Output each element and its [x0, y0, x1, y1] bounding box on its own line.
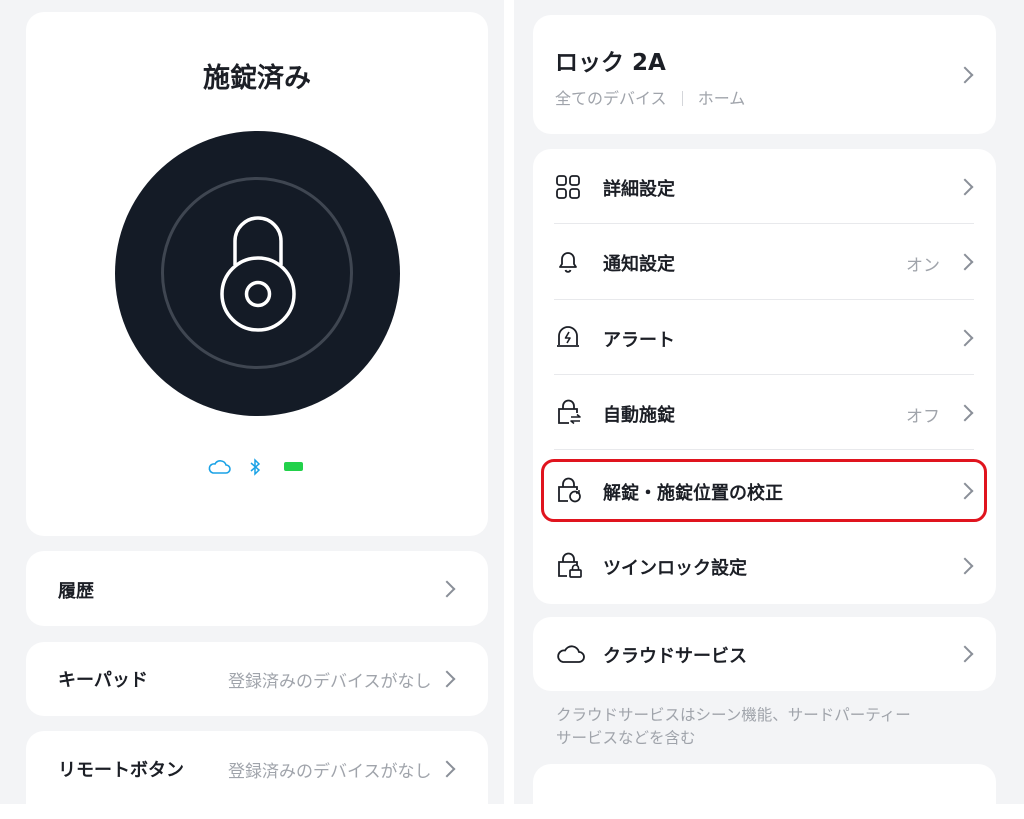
- device-name: ロック 2A: [555, 50, 666, 76]
- chevron-right-icon: [956, 404, 974, 422]
- chevron-right-icon: [438, 760, 456, 778]
- settings-item-twin-lock[interactable]: ツインロック設定: [533, 528, 996, 602]
- device-header-card[interactable]: ロック 2A 全てのデバイス ホーム: [533, 15, 996, 134]
- notifications-value: オン: [906, 256, 940, 276]
- breadcrumb: 全てのデバイス ホーム: [555, 85, 745, 109]
- history-row[interactable]: 履歴: [26, 551, 488, 626]
- chevron-right-icon: [438, 670, 456, 688]
- cloud-icon: [208, 460, 231, 474]
- cloud-services-label: クラウドサービス: [603, 646, 747, 667]
- padlock-icon: [220, 216, 296, 332]
- cloud-icon: [557, 645, 585, 663]
- settings-item-label: 自動施錠: [603, 405, 675, 426]
- chevron-right-icon: [956, 253, 974, 271]
- settings-item-label: 通知設定: [603, 254, 675, 275]
- chevron-right-icon: [956, 645, 974, 663]
- lock-status-card: 施錠済み: [26, 12, 488, 536]
- next-card-partial: [533, 764, 996, 804]
- settings-item-advanced[interactable]: 詳細設定: [533, 149, 996, 223]
- remote-button-value: 登録済みのデバイスがなし: [228, 762, 432, 782]
- auto-lock-value: オフ: [906, 407, 940, 427]
- history-label: 履歴: [58, 581, 94, 602]
- settings-item-label: ツインロック設定: [603, 558, 747, 579]
- chevron-right-icon: [956, 178, 974, 196]
- keypad-row[interactable]: キーパッド 登録済みのデバイスがなし: [26, 642, 488, 716]
- settings-item-label: アラート: [603, 330, 675, 351]
- keypad-value: 登録済みのデバイスがなし: [228, 672, 432, 692]
- chevron-right-icon: [956, 329, 974, 347]
- cloud-services-row[interactable]: クラウドサービス: [533, 617, 996, 691]
- highlight-box: [541, 459, 987, 522]
- breadcrumb-divider: [681, 91, 683, 106]
- cloud-description-line: クラウドサービスはシーン機能、サードパーティー: [556, 706, 911, 724]
- chevron-right-icon: [438, 580, 456, 598]
- cloud-services-description: クラウドサービスはシーン機能、サードパーティー サービスなどを含む: [556, 704, 911, 750]
- breadcrumb-item-home[interactable]: ホーム: [698, 89, 746, 108]
- settings-item-alert[interactable]: アラート: [533, 300, 996, 374]
- twin-lock-icon: [558, 552, 582, 578]
- chevron-right-icon: [956, 557, 974, 575]
- remote-button-row[interactable]: リモートボタン 登録済みのデバイスがなし: [26, 731, 488, 804]
- chevron-right-icon: [956, 66, 974, 84]
- cloud-description-line: サービスなどを含む: [556, 729, 696, 747]
- keypad-label: キーパッド: [58, 670, 148, 691]
- alarm-icon: [557, 326, 579, 347]
- left-panel: 施錠済み 履歴 キーパッド 登録済みのデバイスがなし リモートボタン 登録済みの…: [0, 0, 504, 804]
- breadcrumb-item-all-devices[interactable]: 全てのデバイス: [555, 89, 667, 108]
- grid-icon: [556, 175, 580, 199]
- settings-item-notifications[interactable]: 通知設定 オン: [533, 224, 996, 299]
- lock-button[interactable]: [115, 131, 400, 416]
- settings-item-label: 詳細設定: [603, 179, 675, 200]
- lock-status-title: 施錠済み: [203, 63, 311, 94]
- auto-lock-icon: [558, 399, 581, 425]
- settings-item-auto-lock[interactable]: 自動施錠 オフ: [533, 375, 996, 449]
- remote-button-label: リモートボタン: [58, 760, 184, 781]
- bell-icon: [559, 252, 577, 273]
- bluetooth-icon: [250, 458, 261, 476]
- battery-icon: [284, 462, 303, 471]
